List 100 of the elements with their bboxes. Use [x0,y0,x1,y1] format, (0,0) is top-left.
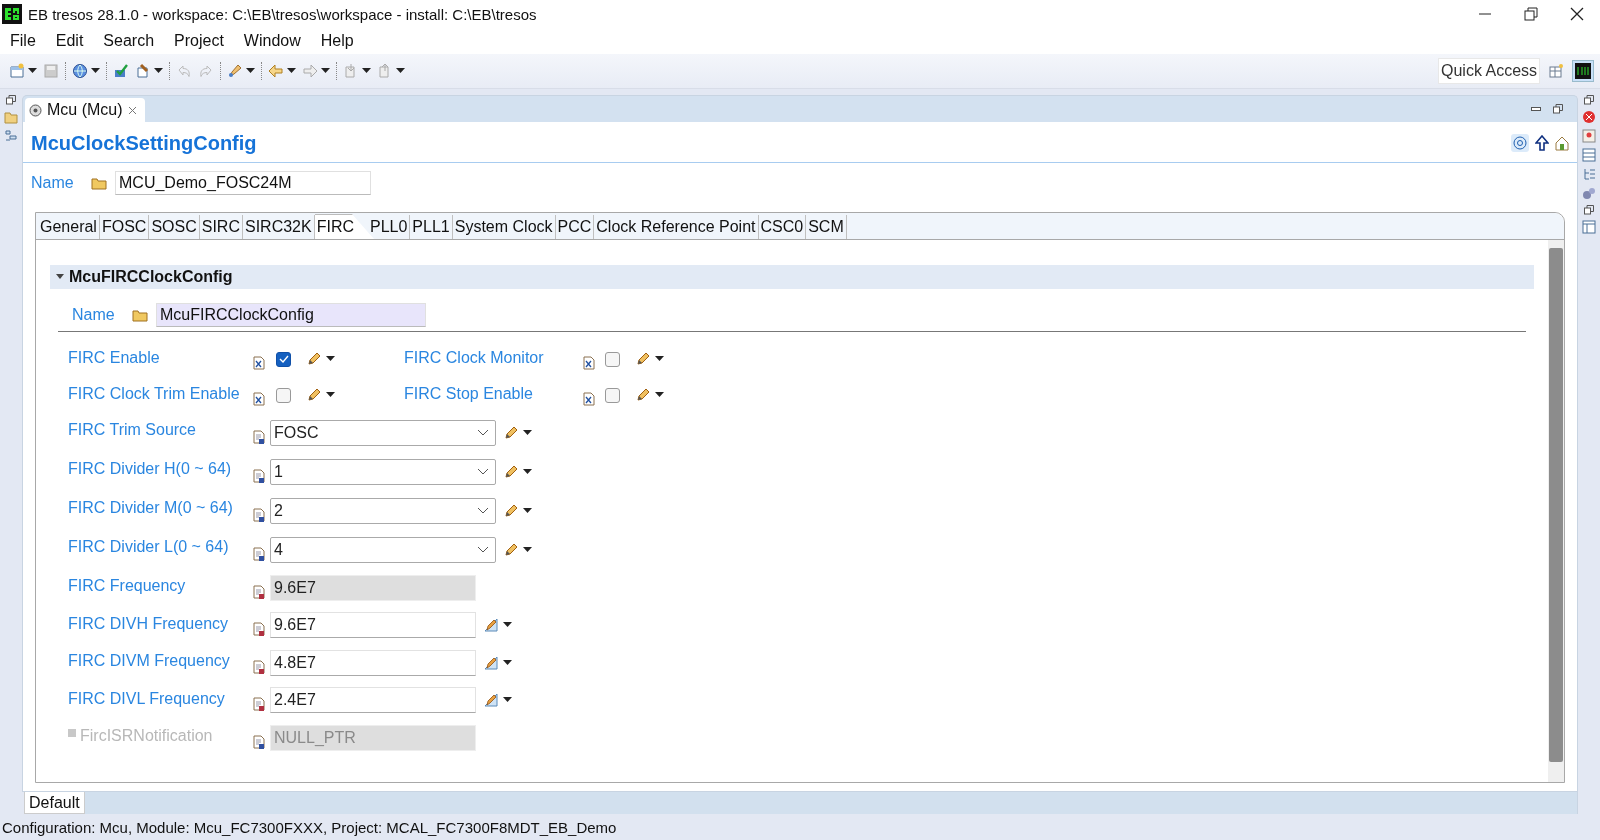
tab[interactable]: Clock Reference Point [594,215,759,239]
ruler-pencil-icon[interactable] [484,618,498,633]
chevron-icon[interactable] [477,428,489,437]
checkbox[interactable] [605,351,620,367]
chevron-icon[interactable] [477,467,489,476]
menu-item[interactable]: File [4,32,44,50]
menu-item[interactable]: Edit [49,32,92,50]
restore-icon[interactable] [1584,95,1594,105]
pencil-icon[interactable] [636,388,650,402]
caret-icon[interactable] [287,68,296,74]
menu-item[interactable]: Project [168,32,232,50]
home-icon[interactable] [1555,135,1569,151]
section-header[interactable]: McuFIRCClockConfig [50,265,1534,289]
tab[interactable]: CSC0 [758,215,807,239]
pencil-icon[interactable] [504,425,518,440]
editor-tab[interactable]: Mcu (Mcu) [25,98,145,122]
tab[interactable]: SCM [806,215,847,239]
restore-icon[interactable] [1553,104,1563,114]
globe-icon[interactable] [72,63,88,79]
caret-icon[interactable] [91,68,100,74]
caret-icon[interactable] [503,622,512,629]
tab[interactable]: SIRC [199,215,243,239]
search-field[interactable]: Quick Access [1438,58,1540,84]
caret-icon[interactable] [523,507,532,514]
chevron-icon[interactable] [477,545,489,554]
pencil-icon[interactable] [504,503,518,518]
input-field[interactable]: McuFIRCClockConfig [156,303,426,327]
caret-icon[interactable] [523,429,532,436]
caret-icon[interactable] [326,356,335,362]
caret-icon[interactable] [523,468,532,475]
pencil-icon[interactable] [504,542,518,557]
field-label: FIRC Clock Trim Enable [68,385,240,403]
dropdown[interactable]: 4 [270,536,496,563]
panel-icon[interactable] [1582,220,1596,234]
dropdown[interactable]: FOSC [270,419,496,446]
app-logo-icon [2,4,22,24]
tab[interactable]: PLL0 [368,215,411,239]
chevron-icon[interactable] [477,506,489,515]
checkbox[interactable] [605,387,620,403]
ruler-pencil-icon[interactable] [484,693,498,708]
input-field[interactable]: 2.4E7 [270,687,476,714]
menu-item[interactable]: Search [97,32,163,50]
menu-item[interactable]: Window [237,32,309,50]
caret-icon[interactable] [503,697,512,704]
terminal-button[interactable] [1572,60,1594,82]
page-tab[interactable]: Default [24,792,85,814]
caret-icon[interactable] [321,68,330,74]
tab[interactable]: General [38,215,100,239]
restore-icon[interactable] [1524,7,1538,21]
folder-icon [91,176,107,190]
image-document-icon[interactable] [1582,129,1596,143]
collapse-triangle-icon[interactable] [56,274,64,280]
caret-icon[interactable] [246,68,255,74]
caret-icon[interactable] [503,659,512,666]
pencil-icon[interactable] [504,464,518,479]
restore-icon[interactable] [6,95,16,105]
table-icon[interactable] [1582,148,1596,162]
checkbox[interactable] [276,387,291,403]
input-field[interactable]: 9.6E7 [270,574,476,601]
pencil-icon[interactable] [307,388,321,402]
checkbox[interactable] [276,351,291,367]
caret-icon[interactable] [523,546,532,553]
field-label: FIRC Divider H(0 ~ 64) [68,460,232,478]
scrollbar-thumb[interactable] [1549,248,1563,762]
up-arrow-icon[interactable] [1535,135,1549,151]
document-icon [253,429,265,444]
brush-icon[interactable] [227,63,243,79]
input-field[interactable]: MCU_Demo_FOSC24M [115,171,371,195]
dropdown[interactable]: 1 [270,458,496,485]
close-icon[interactable] [1570,7,1584,21]
perspective-icon[interactable] [1548,63,1564,79]
gears-icon[interactable] [1582,186,1596,200]
ruler-pencil-icon[interactable] [484,655,498,670]
menu-item[interactable]: Help [314,32,362,50]
tab[interactable]: System Clock [452,215,556,239]
document-icon [253,356,265,370]
document-tool-icon[interactable] [135,63,151,79]
caret-icon[interactable] [396,68,405,74]
tab[interactable]: SOSC [149,215,200,239]
caret-icon[interactable] [655,392,664,398]
outline-icon[interactable] [4,129,18,143]
status-text: Configuration: Mcu, Module: Mcu_FC7300FXXX, Project: MCAL_FC7300F8MDT_EB_Demo [2,818,617,836]
problems-icon[interactable] [1582,110,1596,124]
tab[interactable]: PCC [555,215,595,239]
tab[interactable]: PLL1 [410,215,453,239]
document-icon [253,507,265,522]
caret-icon[interactable] [362,68,371,74]
field-label: FIRC DIVM Frequency [68,652,230,670]
caret-icon[interactable] [655,356,664,362]
pencil-icon[interactable] [636,352,650,366]
pencil-icon[interactable] [307,352,321,366]
restore-icon[interactable] [1584,205,1594,215]
checkmark-icon[interactable] [113,63,129,79]
dropdown[interactable]: 2 [270,497,496,524]
caret-icon[interactable] [154,68,163,74]
tab[interactable]: SIRC32K [242,215,315,239]
caret-icon[interactable] [28,68,37,74]
caret-icon[interactable] [326,392,335,398]
input-field[interactable]: 9.6E7 [270,612,476,639]
input-field[interactable]: 4.8E7 [270,649,476,676]
